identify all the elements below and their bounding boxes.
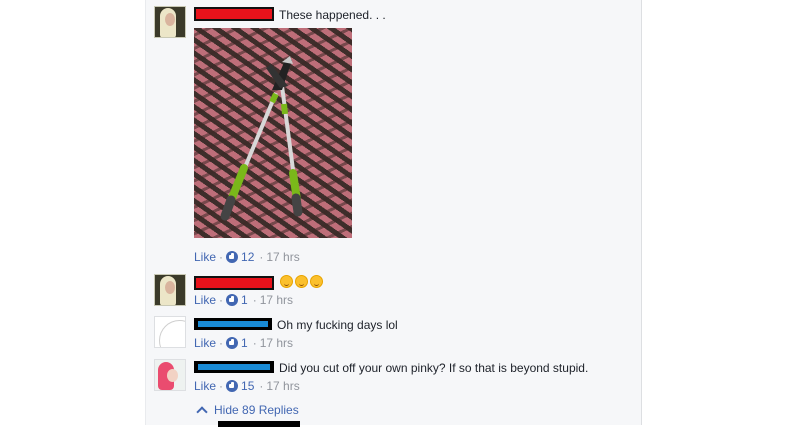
redacted-author-name[interactable] — [194, 318, 272, 330]
like-thumb-icon[interactable] — [226, 251, 239, 263]
comments-panel: These happened. . . Like · 12 · 17 hrs L… — [145, 0, 642, 427]
hide-replies-label: Hide 89 Replies — [214, 403, 299, 417]
comment-meta: Like · 12 · 17 hrs — [194, 250, 300, 264]
hide-replies-link[interactable]: Hide 89 Replies — [196, 403, 299, 418]
like-thumb-icon[interactable] — [226, 294, 239, 306]
like-count[interactable]: 1 — [241, 336, 248, 350]
loppers-image — [220, 56, 303, 221]
comment-text: Did you cut off your own pinky? If so th… — [279, 361, 589, 375]
like-button[interactable]: Like — [194, 250, 216, 264]
avatar[interactable] — [154, 274, 186, 306]
timestamp[interactable]: 17 hrs — [260, 336, 293, 350]
redacted-author-name[interactable] — [194, 276, 274, 290]
redacted-author-name[interactable] — [194, 7, 274, 21]
like-button[interactable]: Like — [194, 336, 216, 350]
smiling-face-emoji — [310, 275, 323, 288]
timestamp[interactable]: 17 hrs — [266, 250, 299, 264]
comment-meta: Like · 1 · 17 hrs — [194, 336, 294, 350]
comment-meta: Like · 15 · 17 hrs — [194, 379, 300, 393]
comment-text: Oh my fucking days lol — [277, 318, 398, 332]
emoji-reaction — [280, 275, 325, 291]
smiling-face-emoji — [280, 275, 293, 288]
smiling-face-emoji — [295, 275, 308, 288]
like-thumb-icon[interactable] — [226, 337, 239, 349]
avatar[interactable] — [154, 359, 186, 391]
like-button[interactable]: Like — [194, 379, 216, 393]
avatar[interactable] — [154, 316, 186, 348]
like-count[interactable]: 1 — [241, 293, 248, 307]
avatar[interactable] — [154, 6, 186, 38]
comment-meta: Like · 1 · 17 hrs — [194, 293, 294, 307]
like-thumb-icon[interactable] — [226, 380, 239, 392]
redacted-author-name[interactable] — [194, 361, 274, 373]
chevron-up-icon — [196, 405, 208, 418]
like-button[interactable]: Like — [194, 293, 216, 307]
comment-text: These happened. . . — [279, 8, 386, 22]
redacted-author-name — [218, 421, 300, 427]
like-count[interactable]: 12 — [241, 250, 254, 264]
timestamp[interactable]: 17 hrs — [266, 379, 299, 393]
comment-photo[interactable] — [194, 28, 352, 238]
like-count[interactable]: 15 — [241, 379, 254, 393]
timestamp[interactable]: 17 hrs — [260, 293, 293, 307]
